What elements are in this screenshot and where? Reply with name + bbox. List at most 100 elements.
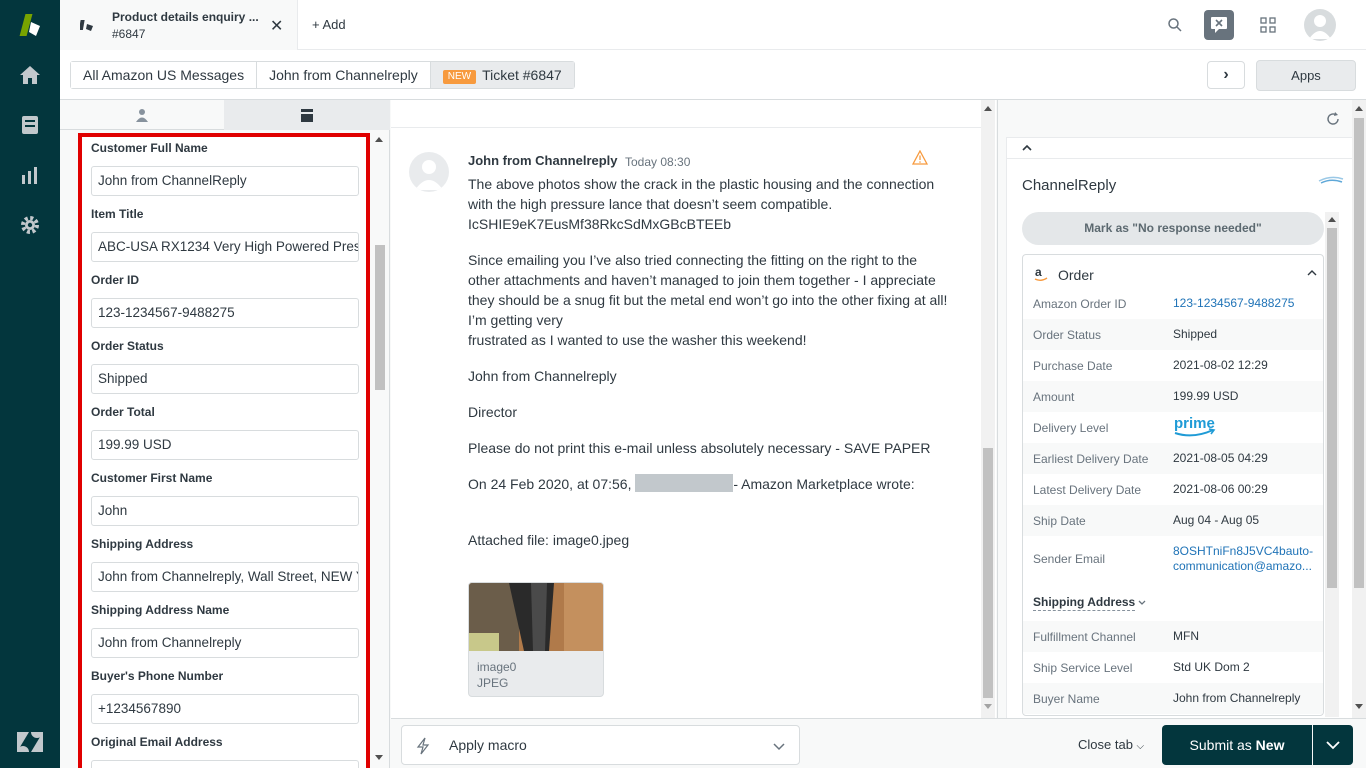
row-value: John from Channelreply <box>1173 691 1301 705</box>
attachment-type: JPEG <box>477 676 509 690</box>
search-icon[interactable] <box>1167 17 1183 33</box>
fields-scrollbar[interactable] <box>373 132 385 768</box>
conversation-pane: John from Channelreply Today 08:30 The a… <box>391 100 996 720</box>
message-author[interactable]: John from Channelreply <box>468 153 618 168</box>
row-key: Amazon Order ID <box>1033 297 1127 311</box>
scrollbar-thumb[interactable] <box>1327 228 1337 588</box>
add-tab-button[interactable]: + Add <box>312 17 346 32</box>
message-line: they should be a snug fit but the metal … <box>468 292 948 308</box>
order-row: Ship Service Level Std UK Dom 2 <box>1023 652 1323 683</box>
row-value: 199.99 USD <box>1173 389 1239 403</box>
scroll-up-icon[interactable] <box>1355 105 1363 111</box>
scrollbar-thumb[interactable] <box>983 448 993 698</box>
user-avatar[interactable] <box>1304 9 1336 41</box>
status-badge: NEW <box>442 70 477 84</box>
field-label: Original Email Address <box>91 735 223 749</box>
attachment-name: image0 <box>477 660 517 674</box>
settings-icon[interactable] <box>18 213 42 237</box>
user-icon <box>136 109 148 122</box>
conversation-header <box>391 100 981 128</box>
order-row: Buyer Name John from Channelreply <box>1023 683 1323 714</box>
tab-user[interactable] <box>60 100 224 130</box>
scroll-down-icon[interactable] <box>984 704 992 710</box>
scrollbar-thumb[interactable] <box>1354 118 1364 588</box>
conversation-scrollbar[interactable] <box>981 100 995 718</box>
message-line: frustrated as I wanted to use the washer… <box>468 332 807 348</box>
order-row: Earliest Delivery Date 2021-08-05 04:29 <box>1023 443 1323 474</box>
apps-panel: ChannelReply Mark as "No response needed… <box>997 100 1366 727</box>
next-ticket-button[interactable]: › <box>1207 61 1245 89</box>
row-key: Purchase Date <box>1033 359 1113 373</box>
scroll-down-icon[interactable] <box>375 755 383 761</box>
apps-scrollbar[interactable] <box>1352 100 1366 718</box>
close-tab-dropdown[interactable]: Close tab ⌵ <box>1078 737 1144 752</box>
scroll-up-icon[interactable] <box>1328 216 1336 222</box>
submit-status: New <box>1255 737 1285 753</box>
svg-text:a: a <box>1035 266 1042 279</box>
shipping-address-toggle[interactable]: Shipping Address <box>1033 595 1136 611</box>
field-label: Shipping Address <box>91 537 194 551</box>
submit-prefix: Submit as <box>1189 737 1256 753</box>
zendesk-support-logo[interactable] <box>17 12 43 38</box>
message-line: Since emailing you I’ve also tried conne… <box>468 252 918 268</box>
field-label: Customer First Name <box>91 471 213 485</box>
original-email-field[interactable] <box>91 760 359 768</box>
order-id-field[interactable]: 123-1234567-9488275 <box>91 298 359 328</box>
order-header[interactable]: a Order <box>1023 255 1323 291</box>
attachment-card[interactable]: image0 JPEG <box>468 582 604 697</box>
prime-text: prime <box>1174 415 1215 432</box>
products-grid-icon[interactable] <box>1260 17 1276 33</box>
customer-full-name-field[interactable]: John from ChannelReply <box>91 166 359 196</box>
conversations-button[interactable] <box>1204 10 1234 40</box>
message-line: with the high pressure lance that doesn’… <box>468 196 833 212</box>
order-status-field[interactable]: Shipped <box>91 364 359 394</box>
views-icon[interactable] <box>18 113 42 137</box>
zendesk-logo-icon[interactable] <box>16 730 44 754</box>
customer-first-name-field[interactable]: John <box>91 496 359 526</box>
warning-icon[interactable] <box>912 150 928 166</box>
breadcrumb-requester[interactable]: John from Channelreply <box>257 62 431 88</box>
breadcrumb-ticket[interactable]: NEW Ticket #6847 <box>430 62 574 88</box>
submit-options-button[interactable] <box>1313 725 1353 765</box>
row-key: Delivery Level <box>1033 421 1109 435</box>
scroll-up-icon[interactable] <box>984 105 992 111</box>
close-tab-icon[interactable]: ✕ <box>270 16 283 36</box>
apps-button[interactable]: Apps <box>1256 60 1356 91</box>
order-card: a Order Amazon Order ID 123-1234567-94882… <box>1022 254 1324 716</box>
home-icon[interactable] <box>18 63 42 87</box>
shipping-address-field[interactable]: John from Channelreply, Wall Street, NEW… <box>91 562 359 592</box>
field-label: Order Total <box>91 405 155 419</box>
attachment-thumbnail[interactable] <box>469 583 604 651</box>
close-tab-label: Close tab <box>1078 737 1133 752</box>
submit-button[interactable]: Submit as New <box>1162 725 1312 765</box>
app-inner-scrollbar[interactable] <box>1325 212 1339 717</box>
signature-title: Director <box>468 404 518 420</box>
message-timestamp: Today 08:30 <box>625 155 691 169</box>
sender-email-link[interactable]: 8OSHTniFn8J5VC4bauto- <box>1173 544 1313 558</box>
buyer-phone-field[interactable]: +1234567890 <box>91 694 359 724</box>
mark-no-response-button[interactable]: Mark as "No response needed" <box>1022 212 1324 245</box>
tab-ticket-fields[interactable] <box>224 100 390 130</box>
breadcrumb-view[interactable]: All Amazon US Messages <box>71 62 258 88</box>
item-title-field[interactable]: ABC-USA RX1234 Very High Powered Pressur… <box>91 232 359 262</box>
scrollbar-thumb[interactable] <box>375 245 385 390</box>
amazon-order-id-link[interactable]: 123-1234567-9488275 <box>1173 296 1294 310</box>
chevron-up-icon[interactable] <box>1306 267 1318 279</box>
field-label: Order ID <box>91 273 140 287</box>
chevron-down-icon[interactable] <box>1137 598 1147 608</box>
ticket-tab[interactable]: Product details enquiry ... #6847 ✕ <box>60 0 298 50</box>
scroll-up-icon[interactable] <box>375 136 383 142</box>
app-title: ChannelReply <box>1022 177 1117 194</box>
order-total-field[interactable]: 199.99 USD <box>91 430 359 460</box>
shipping-address-name-field[interactable]: John from Channelreply <box>91 628 359 658</box>
apply-macro-dropdown[interactable]: Apply macro <box>401 725 800 765</box>
sender-email-link[interactable]: communication@amazo... <box>1173 559 1312 573</box>
refresh-icon[interactable] <box>1325 111 1341 127</box>
ticket-fields-form: Customer Full Name John from ChannelRepl… <box>78 133 370 768</box>
signature-name: John from Channelreply <box>468 368 617 384</box>
scroll-down-icon[interactable] <box>1355 704 1363 710</box>
order-row: Fulfillment Channel MFN <box>1023 621 1323 652</box>
reporting-icon[interactable] <box>18 163 42 187</box>
chevron-up-icon[interactable] <box>1021 142 1033 154</box>
row-value: 2021-08-06 00:29 <box>1173 482 1268 496</box>
